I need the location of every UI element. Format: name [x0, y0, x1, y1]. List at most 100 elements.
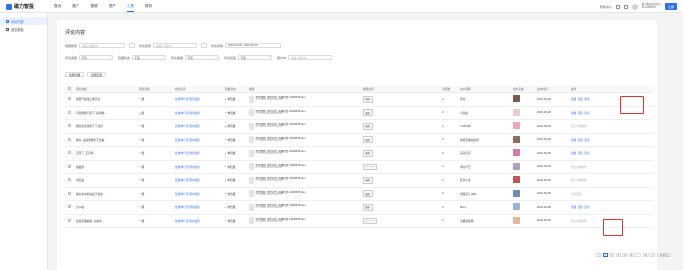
label-select[interactable]: 不限 ▾: [238, 55, 273, 60]
column-header[interactable]: 操作: [571, 87, 621, 91]
page-title: 评论内容: [65, 30, 86, 36]
date-range-picker[interactable]: 2023-06-08 ~ 2023-06-08: [225, 43, 282, 48]
pager-page[interactable]: 5: [628, 253, 634, 257]
hidden-status-select[interactable]: 不限 ▾: [132, 55, 167, 60]
nav-item-tools[interactable]: 工具: [126, 4, 134, 12]
video-info[interactable]: 带货视频, 带货卖货, 直播带货 12345678 item ID: 123456…: [249, 163, 363, 171]
message-icon[interactable]: [615, 4, 620, 9]
sidebar-item-comments[interactable]: 评论内容: [0, 17, 47, 25]
column-header[interactable]: 评论内容: [76, 87, 139, 91]
row-action-link[interactable]: 隐藏: [571, 151, 576, 155]
pager-page[interactable]: 3: [615, 253, 621, 257]
pager-page[interactable]: 2: [609, 253, 615, 257]
video-info[interactable]: 带货视频, 带货卖货, 直播带货 12345678 item ID: 123456…: [249, 109, 363, 117]
batch-reply-button[interactable]: 批量回复: [87, 72, 107, 77]
video-info[interactable]: 带货视频, 带货卖货, 直播带货 12345678 item ID: 123456…: [249, 176, 363, 184]
external-link[interactable]: 优惠券介绍·限时发售: [175, 151, 225, 155]
column-header[interactable]: 用户昵称: [460, 87, 513, 91]
table-row: 我的这家真能下了这家 一级 优惠券介绍·限时发售 未隐藏 带货视频, 带货卖货, 直播带…: [65, 120, 653, 134]
row-action-link[interactable]: 回复: [578, 205, 583, 209]
row-action-link[interactable]: 置顶: [584, 111, 589, 115]
nav-item[interactable]: 推广: [72, 4, 79, 12]
batch-hide-button[interactable]: 批量隐藏: [65, 72, 85, 77]
row-checkbox[interactable]: [68, 124, 71, 128]
video-info[interactable]: 带货视频, 带货卖货, 直播带货 12345678 item ID: 123456…: [249, 217, 363, 225]
bell-icon[interactable]: [623, 4, 628, 9]
top-action-button[interactable]: 立即: [664, 3, 677, 10]
comment-content: 我的这家真能下了这家: [76, 125, 103, 129]
video-info[interactable]: 带货视频, 带货卖货, 直播带货 12345678 item ID: 123456…: [249, 203, 363, 211]
row-action-link[interactable]: 回复: [578, 97, 583, 101]
nav-item[interactable]: 视频: [90, 4, 97, 12]
external-link[interactable]: 优惠券介绍·限时发售: [175, 165, 225, 169]
column-header[interactable]: 视频标签: [363, 87, 421, 91]
row-action-link[interactable]: 隐藏: [571, 111, 576, 115]
comment-search-input[interactable]: 请输入评论ID: [153, 43, 198, 48]
video-info[interactable]: 带货视频, 带货卖货, 直播带货 12345678 item ID: 123456…: [249, 149, 363, 157]
type-select[interactable]: 不限 ▾: [79, 55, 114, 60]
user-avatar[interactable]: [631, 3, 638, 10]
pager-next-button[interactable]: >: [650, 253, 656, 257]
brand-logo[interactable]: 磁力智投: [6, 3, 34, 10]
column-header[interactable]: 发布时间: [537, 87, 571, 91]
pager-prev-button[interactable]: <: [596, 253, 602, 257]
row-action-link[interactable]: 置顶: [584, 97, 589, 101]
external-link[interactable]: 优惠券介绍·限时发售: [175, 219, 225, 223]
sidebar: 评论内容 回复模板: [0, 13, 48, 270]
pager-page[interactable]: 4: [622, 253, 628, 257]
column-header[interactable]: 点赞数: [442, 87, 460, 91]
search-icon[interactable]: ⌕: [129, 43, 136, 48]
page-size-select[interactable]: 10 条/页: [656, 253, 671, 257]
row-checkbox[interactable]: [68, 151, 71, 155]
external-link[interactable]: 优惠券介绍·限时发售: [175, 138, 225, 142]
row-checkbox[interactable]: [68, 218, 71, 222]
column-header[interactable]: 隐藏状态: [225, 87, 249, 91]
row-action-link[interactable]: 回复: [578, 151, 583, 155]
column-header[interactable]: 用户头像: [513, 87, 537, 91]
sidebar-item-templates[interactable]: 回复模板: [0, 25, 47, 33]
external-link[interactable]: 优惠券介绍·限时发售: [175, 205, 225, 209]
column-header[interactable]: 视频: [249, 87, 363, 91]
level-select[interactable]: 不限 ▾: [185, 55, 220, 60]
external-link[interactable]: 优惠券介绍·限时发售: [175, 111, 225, 115]
row-checkbox[interactable]: [68, 97, 71, 101]
user-avatar: [513, 203, 520, 211]
nav-item[interactable]: 资产: [109, 4, 116, 12]
external-link[interactable]: 优惠券介绍·限时发售: [175, 97, 225, 101]
row-checkbox[interactable]: [68, 178, 71, 182]
external-link[interactable]: 优惠券介绍·限时发售: [175, 178, 225, 182]
external-link[interactable]: 优惠券介绍·限时发售: [175, 124, 225, 128]
account-id-input[interactable]: 请输入账户ID: [288, 55, 333, 60]
pager-page[interactable]: 1: [602, 253, 608, 257]
row-checkbox[interactable]: [68, 205, 71, 209]
row-action-link[interactable]: 隐藏: [571, 138, 576, 142]
video-info[interactable]: 带货视频, 带货卖货, 直播带货 12345678 item ID: 123456…: [249, 190, 363, 198]
external-link[interactable]: 优惠券介绍·限时发售: [175, 192, 225, 196]
row-action-link[interactable]: 隐藏: [571, 97, 576, 101]
row-action-link[interactable]: 置顶: [584, 205, 589, 209]
search-icon[interactable]: ⌕: [201, 43, 208, 48]
row-checkbox[interactable]: [68, 137, 71, 141]
row-action-link[interactable]: 回复: [578, 111, 583, 115]
nav-item[interactable]: 财务: [145, 4, 152, 12]
pager-page[interactable]: ...: [635, 253, 642, 257]
row-action-link[interactable]: 置顶: [584, 151, 589, 155]
row-checkbox[interactable]: [68, 110, 71, 114]
row-action-link[interactable]: 回复: [578, 138, 583, 142]
publish-time: 2023-06-08: [537, 192, 551, 196]
video-thumbnail: [249, 136, 254, 144]
column-header[interactable]: 评论等级: [139, 87, 175, 91]
column-header[interactable]: 外链信息: [175, 87, 225, 91]
help-link[interactable]: 帮助中心: [600, 5, 612, 9]
row-action-link[interactable]: 隐藏: [571, 205, 576, 209]
row-checkbox[interactable]: [68, 191, 71, 195]
video-search-input[interactable]: 请输入视频ID: [79, 43, 126, 48]
select-all-checkbox[interactable]: [68, 87, 71, 90]
row-action-link[interactable]: 置顶: [584, 138, 589, 142]
pager-page[interactable]: 11: [642, 253, 649, 257]
row-checkbox[interactable]: [68, 164, 71, 168]
nav-item[interactable]: 首页: [54, 4, 61, 12]
video-info[interactable]: 带货视频, 带货卖货, 直播带货 12345678 item ID: 123456…: [249, 122, 363, 130]
video-info[interactable]: 带货视频, 带货卖货, 直播带货 12345678 item ID: 123456…: [249, 95, 363, 103]
video-info[interactable]: 带货视频, 带货卖货, 直播带货 12345678 item ID: 123456…: [249, 136, 363, 144]
